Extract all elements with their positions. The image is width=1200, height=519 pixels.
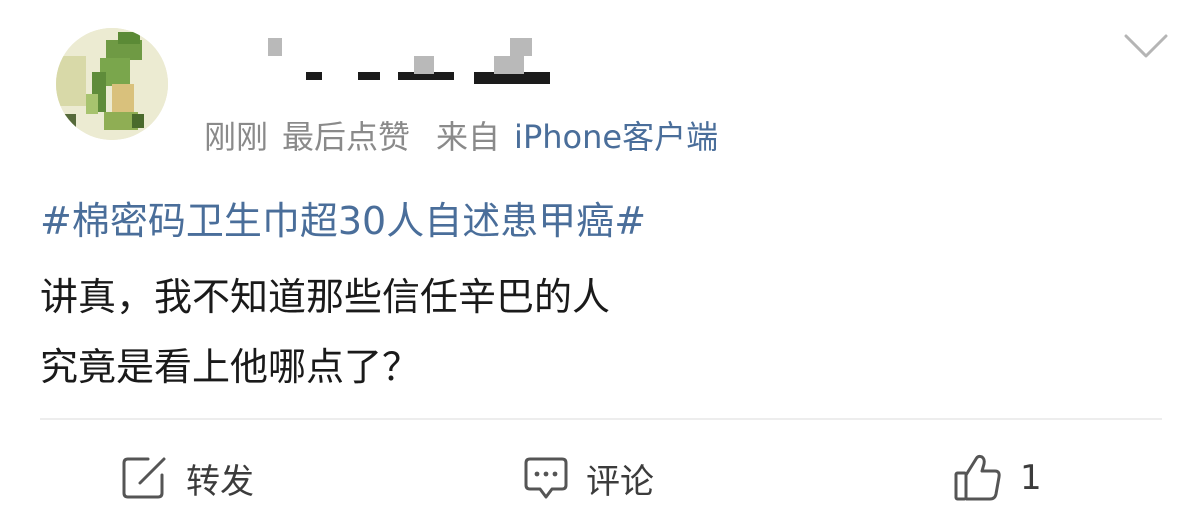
post-text-line: 讲真，我不知道那些信任辛巴的人 — [40, 275, 611, 319]
share-edit-icon — [122, 457, 166, 499]
thumbs-up-icon — [954, 454, 1001, 501]
post-menu-button[interactable] — [1122, 30, 1170, 62]
weibo-post-card: 刚刚 最后点赞 来自 iPhone客户端 #棉密码卫生巾超30人自述患甲癌# 讲… — [0, 0, 1200, 519]
like-count: 1 — [1020, 458, 1042, 498]
post-text-line: 究竟是看上他哪点了？ — [40, 345, 421, 389]
topic-hashtag[interactable]: #棉密码卫生巾超30人自述患甲癌# — [40, 190, 646, 245]
last-like-label: 最后点赞 — [282, 118, 411, 156]
username-redacted[interactable] — [262, 34, 562, 86]
post-meta: 刚刚 最后点赞 来自 iPhone客户端 — [204, 112, 718, 158]
post-time: 刚刚 — [204, 118, 269, 156]
comment-label: 评论 — [586, 461, 654, 502]
source-prefix: 来自 — [436, 118, 501, 156]
comment-button[interactable]: 评论 — [522, 450, 654, 506]
source-link[interactable]: iPhone客户端 — [514, 112, 718, 158]
avatar-image — [56, 28, 168, 140]
comment-icon — [524, 457, 568, 499]
divider — [40, 418, 1162, 420]
repost-label: 转发 — [186, 461, 254, 502]
avatar[interactable] — [56, 28, 168, 140]
repost-button[interactable]: 转发 — [120, 450, 254, 506]
chevron-down-icon — [1124, 34, 1168, 58]
like-button[interactable]: 1 — [952, 450, 1042, 506]
